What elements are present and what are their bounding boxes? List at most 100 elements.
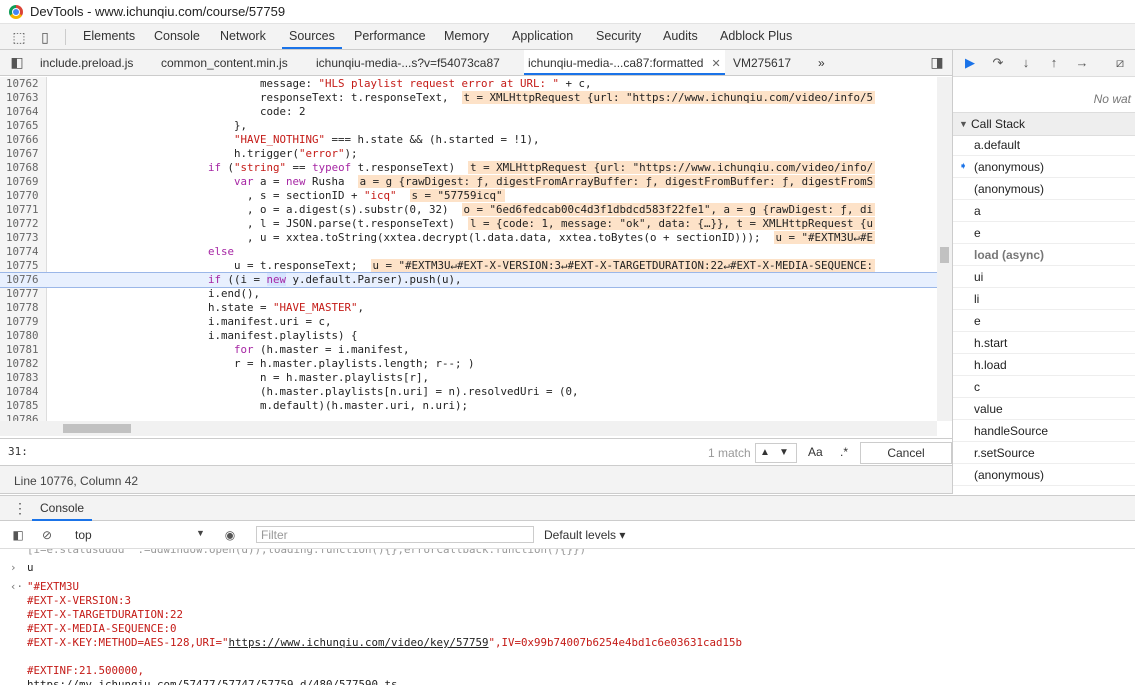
code-line[interactable]: 10776 if ((i = new y.default.Parser).push… <box>0 272 937 288</box>
deactivate-breakpoints-icon[interactable]: ⧄ <box>1111 54 1129 72</box>
code-line[interactable]: 10770 , s = sectionID + "icq" s = "57759i… <box>0 189 937 203</box>
line-number[interactable]: 10782 <box>0 357 42 371</box>
code-line[interactable]: 10785 m.default)(h.master.uri, n.uri); <box>0 399 937 413</box>
step-over-icon[interactable]: ↷ <box>989 54 1007 72</box>
code-line[interactable]: 10763 responseText: t.responseText, t = X… <box>0 91 937 105</box>
line-number[interactable]: 10786 <box>0 413 42 421</box>
line-number[interactable]: 10766 <box>0 133 42 147</box>
line-number[interactable]: 10781 <box>0 343 42 357</box>
inspect-element-icon[interactable]: ⬚ <box>11 29 27 45</box>
search-input[interactable]: 31: <box>8 445 28 458</box>
call-frame[interactable]: (anonymous) <box>953 464 1135 486</box>
call-frame[interactable]: a.default <box>953 134 1135 156</box>
tab-adblock-plus[interactable]: Adblock Plus <box>720 24 792 49</box>
console-output-link[interactable]: https://mv.ichunqiu.com/57477/57747/5775… <box>27 678 398 685</box>
code-line[interactable]: 10777 i.end(), <box>0 287 937 301</box>
context-select[interactable]: top <box>75 528 92 542</box>
clear-console-icon[interactable]: ⊘ <box>39 527 55 543</box>
match-navigation[interactable]: ▲ ▼ <box>755 443 797 463</box>
call-frame[interactable]: li <box>953 288 1135 310</box>
step-into-icon[interactable]: ↓ <box>1017 54 1035 72</box>
scroll-thumb[interactable] <box>940 247 949 263</box>
tab-console[interactable]: Console <box>154 24 200 49</box>
line-number[interactable]: 10767 <box>0 147 42 161</box>
line-number[interactable]: 10777 <box>0 287 42 301</box>
code-line[interactable]: 10778 h.state = "HAVE_MASTER", <box>0 301 937 315</box>
call-frame[interactable]: e <box>953 310 1135 332</box>
line-number[interactable]: 10783 <box>0 371 42 385</box>
code-line[interactable]: 10769 var a = new Rusha a = g {rawDigest:… <box>0 175 937 189</box>
code-line[interactable]: 10786 <box>0 413 937 421</box>
chevron-down-icon[interactable]: ▼ <box>779 444 789 462</box>
code-line[interactable]: 10762 message: "HLS playlist request erro… <box>0 77 937 91</box>
line-number[interactable]: 10778 <box>0 301 42 315</box>
code-line[interactable]: 10772 , l = JSON.parse(t.responseText) l … <box>0 217 937 231</box>
call-frame[interactable]: r.setSource <box>953 442 1135 464</box>
caret-down-icon[interactable]: ▼ <box>196 528 205 538</box>
code-line[interactable]: 10766 "HAVE_NOTHING" === h.state && (h.st… <box>0 133 937 147</box>
chevron-up-icon[interactable]: ▲ <box>760 444 770 462</box>
step-out-icon[interactable]: ↑ <box>1045 54 1063 72</box>
line-number[interactable]: 10779 <box>0 315 42 329</box>
tab-application[interactable]: Application <box>512 24 573 49</box>
call-frame[interactable]: h.load <box>953 354 1135 376</box>
file-tab[interactable]: ichunqiu-media-...s?v=f54073ca87 <box>316 50 500 75</box>
line-number[interactable]: 10769 <box>0 175 42 189</box>
device-toolbar-icon[interactable]: ▯ <box>37 29 53 45</box>
line-number[interactable]: 10774 <box>0 245 42 259</box>
line-number[interactable]: 10762 <box>0 77 42 91</box>
line-number[interactable]: 10763 <box>0 91 42 105</box>
code-line[interactable]: 10764 code: 2 <box>0 105 937 119</box>
code-line[interactable]: 10767 h.trigger("error"); <box>0 147 937 161</box>
code-line[interactable]: 10765}, <box>0 119 937 133</box>
call-frame[interactable]: load (async) <box>953 244 1135 266</box>
log-levels-dropdown[interactable]: Default levels ▾ <box>544 528 625 542</box>
line-number[interactable]: 10776 <box>0 273 42 287</box>
line-number[interactable]: 10785 <box>0 399 42 413</box>
step-icon[interactable]: → <box>1073 54 1091 72</box>
tab-network[interactable]: Network <box>220 24 266 49</box>
tab-performance[interactable]: Performance <box>354 24 426 49</box>
line-number[interactable]: 10770 <box>0 189 42 203</box>
code-line[interactable]: 10780 i.manifest.playlists) { <box>0 329 937 343</box>
show-sidebar-icon[interactable]: ◧ <box>10 527 26 543</box>
file-tab[interactable]: VM275617 <box>733 50 791 75</box>
close-tab-icon[interactable]: ✕ <box>711 58 720 70</box>
call-frame[interactable]: c <box>953 376 1135 398</box>
line-number[interactable]: 10764 <box>0 105 42 119</box>
toggle-debugger-icon[interactable]: ◨ <box>929 54 945 70</box>
tab-sources[interactable]: Sources <box>282 24 342 49</box>
call-frame[interactable]: e <box>953 222 1135 244</box>
cancel-search-button[interactable]: Cancel <box>860 442 952 464</box>
editor-vertical-scrollbar[interactable] <box>937 77 952 421</box>
more-tools-icon[interactable]: ⋮ <box>13 500 27 517</box>
file-tab[interactable]: common_content.min.js <box>161 50 288 75</box>
code-line[interactable]: 10775 u = t.responseText; u = "#EXTM3U↵#E… <box>0 259 937 273</box>
code-line[interactable]: 10773 , u = xxtea.toString(xxtea.decrypt(… <box>0 231 937 245</box>
toggle-navigator-icon[interactable]: ◧ <box>9 54 25 70</box>
call-frame[interactable]: value <box>953 398 1135 420</box>
line-number[interactable]: 10780 <box>0 329 42 343</box>
line-number[interactable]: 10771 <box>0 203 42 217</box>
file-tab[interactable]: include.preload.js <box>40 50 133 75</box>
code-line[interactable]: 10779 i.manifest.uri = c, <box>0 315 937 329</box>
call-stack-header[interactable]: ▼ Call Stack <box>953 112 1135 136</box>
code-line[interactable]: 10782 r = h.master.playlists.length; r--;… <box>0 357 937 371</box>
console-filter-input[interactable]: Filter <box>256 526 534 543</box>
live-expression-eye-icon[interactable]: ◉ <box>222 527 238 543</box>
code-line[interactable]: 10774 else <box>0 245 937 259</box>
line-number[interactable]: 10784 <box>0 385 42 399</box>
more-tabs-icon[interactable]: » <box>818 50 825 75</box>
call-frame[interactable]: (anonymous) <box>953 178 1135 200</box>
match-case-button[interactable]: Aa <box>808 445 823 459</box>
resume-icon[interactable]: ▶ <box>961 54 979 72</box>
call-frame[interactable]: handleSource <box>953 420 1135 442</box>
line-number[interactable]: 10772 <box>0 217 42 231</box>
editor-horizontal-scrollbar[interactable] <box>0 421 937 436</box>
code-editor[interactable]: 10762 message: "HLS playlist request erro… <box>0 77 937 421</box>
tab-memory[interactable]: Memory <box>444 24 489 49</box>
code-line[interactable]: 10783 n = h.master.playlists[r], <box>0 371 937 385</box>
tab-security[interactable]: Security <box>596 24 641 49</box>
line-number[interactable]: 10773 <box>0 231 42 245</box>
tab-elements[interactable]: Elements <box>83 24 135 49</box>
